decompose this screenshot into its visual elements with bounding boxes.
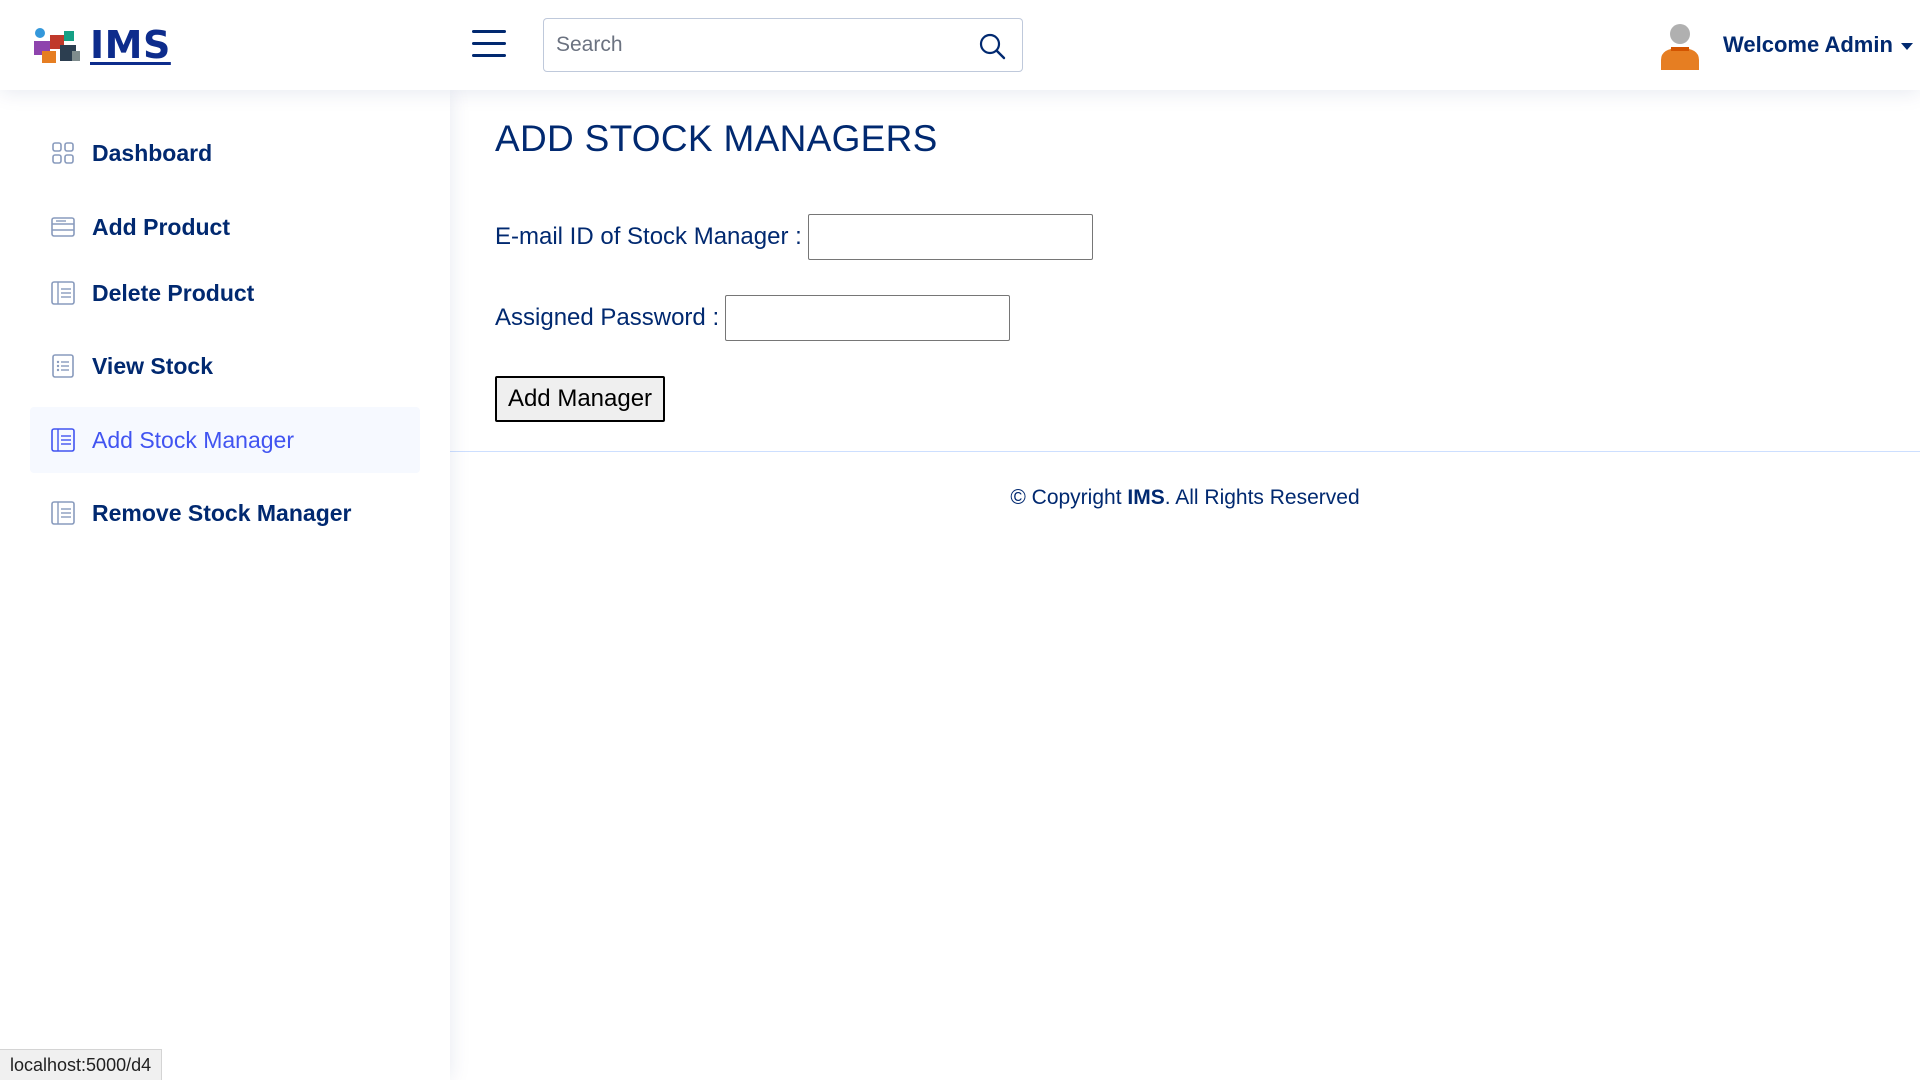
sidebar-item-add-product[interactable]: Add Product [30, 194, 420, 260]
grid-icon [52, 142, 74, 164]
sidebar-item-dashboard[interactable]: Dashboard [30, 120, 420, 186]
sidebar-toggle-menu-icon[interactable] [472, 30, 506, 60]
sidebar-item-label: Add Product [92, 213, 230, 240]
sidebar-item-label: Delete Product [92, 279, 255, 306]
page-title: ADD STOCK MANAGERS [495, 118, 938, 159]
sidebar-item-delete-product[interactable]: Delete Product [30, 260, 420, 326]
password-label: Assigned Password : [495, 304, 720, 331]
email-label: E-mail ID of Stock Manager : [495, 223, 802, 250]
sidebar-item-add-stock-manager[interactable]: Add Stock Manager [30, 407, 420, 473]
copyright-suffix: . All Rights Reserved [1164, 486, 1360, 509]
email-field[interactable] [807, 214, 1093, 260]
layout-text-icon [51, 217, 75, 237]
list-icon [52, 354, 74, 378]
copyright-brand: IMS [1127, 486, 1165, 509]
profile-dropdown[interactable]: Welcome Admin [1655, 20, 1913, 70]
sidebar-item-remove-stock-manager[interactable]: Remove Stock Manager [30, 480, 420, 546]
add-manager-button[interactable]: Add Manager [495, 376, 665, 422]
logo-icon [34, 28, 80, 63]
search-bar [543, 18, 1023, 72]
sidebar-item-label: Add Stock Manager [92, 426, 295, 453]
password-field[interactable] [725, 295, 1011, 341]
main-content: ADD STOCK MANAGERS E-mail ID of Stock Ma… [450, 90, 1920, 1080]
logo-text: IMS [90, 23, 171, 67]
chevron-down-icon [1900, 42, 1913, 50]
sidebar-item-label: Remove Stock Manager [92, 499, 352, 526]
table-icon [51, 281, 75, 305]
sidebar-item-view-stock[interactable]: View Stock [30, 333, 420, 399]
email-row: E-mail ID of Stock Manager : [495, 214, 1093, 260]
copyright-text: © Copyright IMS. All Rights Reserved [450, 486, 1920, 510]
search-input[interactable] [544, 19, 964, 71]
status-bar-url: localhost:5000/d4 [0, 1049, 163, 1080]
sidebar-item-label: Dashboard [92, 139, 213, 166]
sidebar-item-label: View Stock [92, 352, 214, 379]
top-header: IMS Welcome Admin [0, 0, 1920, 90]
table-icon [51, 428, 75, 452]
footer: © Copyright IMS. All Rights Reserved [450, 451, 1920, 531]
avatar [1661, 24, 1699, 70]
logo-link[interactable]: IMS [30, 22, 171, 68]
search-icon[interactable] [978, 32, 1006, 60]
table-icon [51, 501, 75, 525]
sidebar: Dashboard Add Product Delete Product Vie… [0, 90, 450, 1080]
copyright-prefix: © Copyright [1010, 486, 1128, 509]
password-row: Assigned Password : [495, 295, 1011, 341]
welcome-text: Welcome Admin [1723, 32, 1893, 57]
